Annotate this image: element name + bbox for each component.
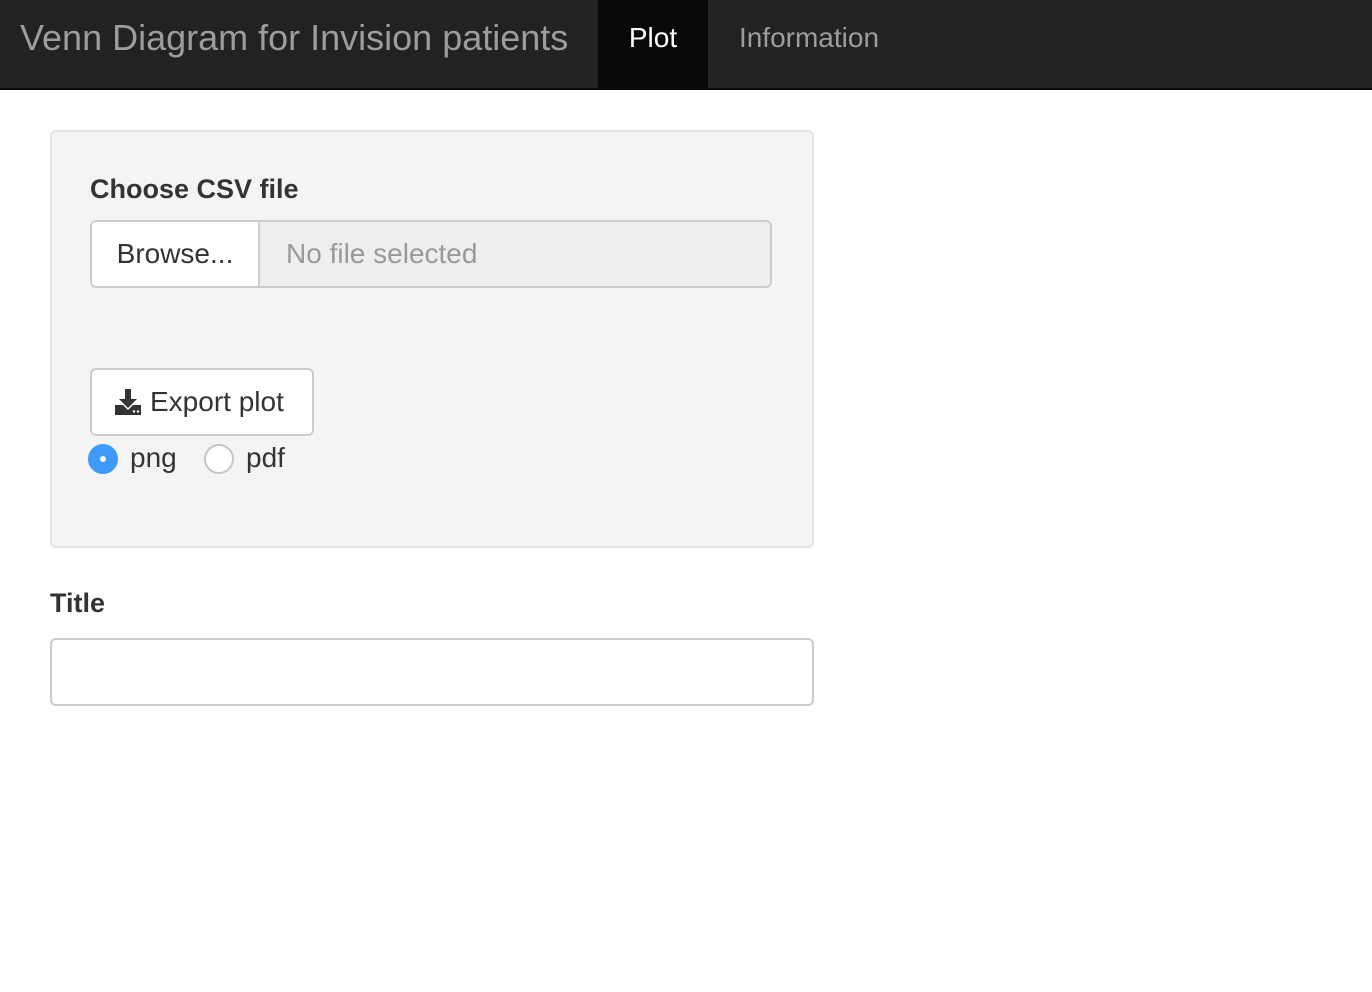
browse-button[interactable]: Browse... xyxy=(92,222,260,286)
title-input[interactable] xyxy=(50,638,814,706)
download-icon xyxy=(115,389,141,415)
file-input-group: Browse... No file selected xyxy=(90,220,772,288)
export-plot-button[interactable]: Export plot xyxy=(90,368,314,436)
format-radio-png[interactable] xyxy=(88,444,118,474)
sidebar-panel: Choose CSV file Browse... No file select… xyxy=(50,130,814,548)
export-plot-label: Export plot xyxy=(150,386,284,417)
title-label: Title xyxy=(50,588,106,618)
file-status-field[interactable]: No file selected xyxy=(286,222,477,286)
tab-plot[interactable]: Plot xyxy=(598,0,708,88)
navbar: Venn Diagram for Invision patients Plot … xyxy=(0,0,1372,90)
format-label-png[interactable]: png xyxy=(130,438,177,478)
format-label-pdf[interactable]: pdf xyxy=(246,438,285,478)
tab-information[interactable]: Information xyxy=(708,0,910,88)
file-input-label: Choose CSV file xyxy=(90,174,299,204)
format-radio-pdf[interactable] xyxy=(204,444,234,474)
app-title: Venn Diagram for Invision patients xyxy=(20,17,569,58)
